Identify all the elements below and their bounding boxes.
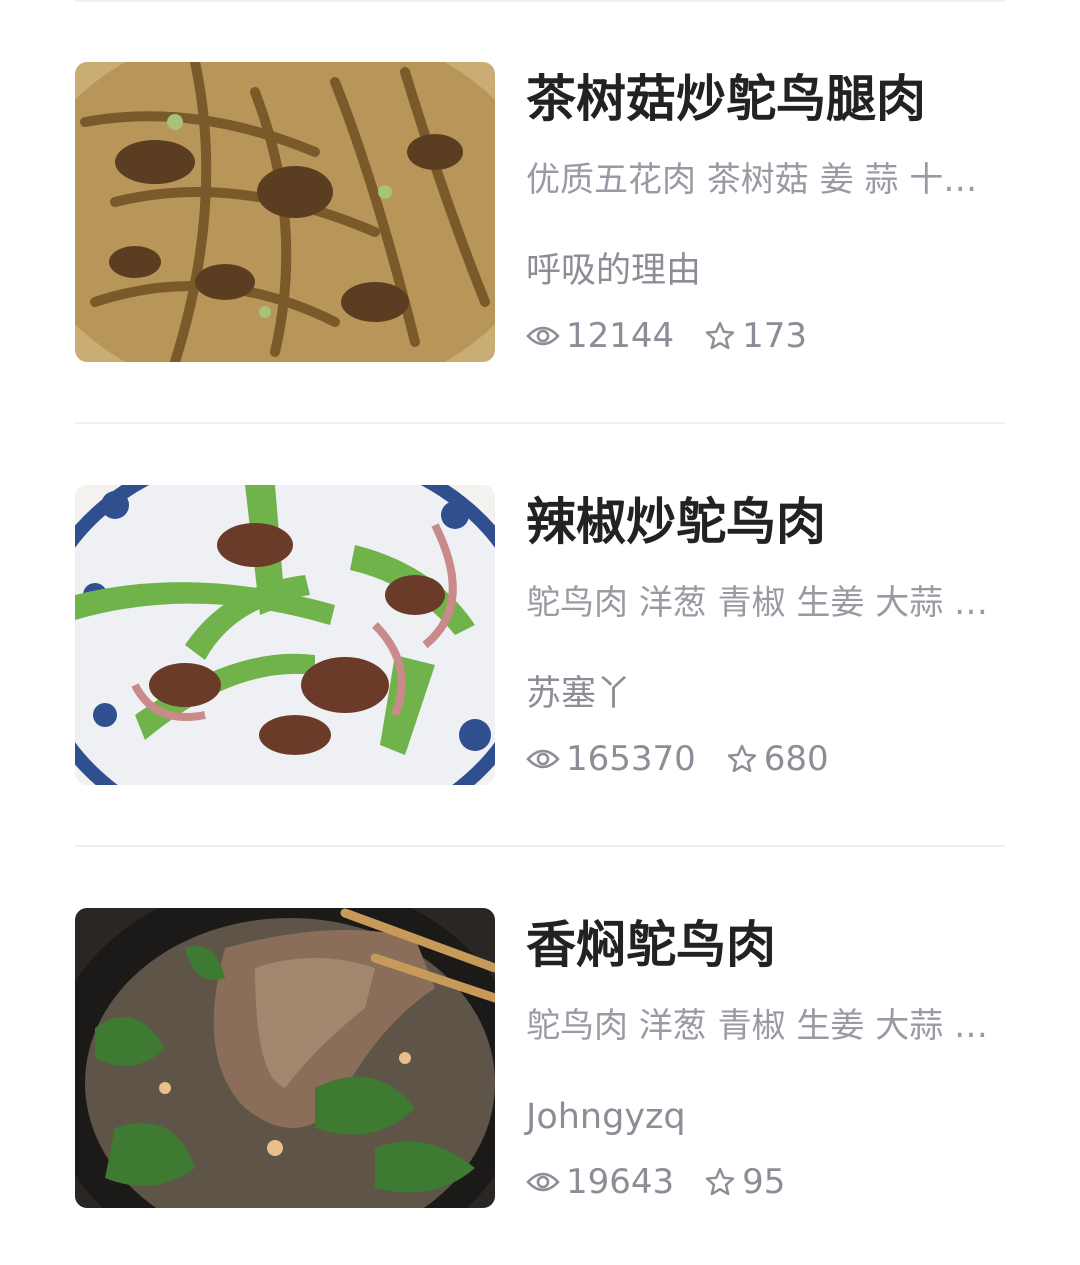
recipe-title[interactable]: 香焖鸵鸟肉 (526, 910, 1006, 980)
recipe-ingredients: 鸵鸟肉 洋葱 青椒 生姜 大蒜 生抽 老抽 (526, 1006, 998, 1046)
recipe-photo[interactable] (75, 62, 495, 362)
star-icon (705, 1167, 735, 1196)
recipe-card[interactable]: 茶树菇炒鸵鸟腿肉 优质五花肉 茶树菇 姜 蒜 十三香 生抽 老抽 蚝油 呼吸的理… (75, 62, 1005, 362)
recipe-photo[interactable] (75, 485, 495, 785)
recipe-stats: 165370 680 (526, 737, 859, 781)
recipe-ingredients: 优质五花肉 茶树菇 姜 蒜 十三香 生抽 老抽 蚝油 (526, 160, 998, 200)
recipe-photo[interactable] (75, 908, 495, 1208)
eye-icon (526, 326, 560, 346)
recipe-ingredients: 鸵鸟肉 洋葱 青椒 生姜 大蒜 生抽 老抽 (526, 583, 998, 623)
recipe-card[interactable]: 辣椒炒鸵鸟肉 鸵鸟肉 洋葱 青椒 生姜 大蒜 生抽 老抽 苏塞丫 165370 … (75, 485, 1005, 785)
favorites-count: 680 (763, 739, 829, 779)
divider (75, 0, 1005, 2)
recipe-author[interactable]: 呼吸的理由 (526, 246, 996, 296)
eye-icon (526, 1172, 560, 1192)
recipe-title[interactable]: 茶树菇炒鸵鸟腿肉 (526, 64, 1006, 134)
views-count: 165370 (566, 739, 696, 779)
recipe-author[interactable]: Johngyzq (526, 1092, 996, 1142)
star-icon (727, 744, 756, 773)
favorites-stat[interactable]: 95 (704, 1162, 785, 1202)
views-count: 12144 (566, 316, 675, 356)
favorites-stat[interactable]: 173 (704, 316, 807, 356)
recipe-title[interactable]: 辣椒炒鸵鸟肉 (526, 487, 1006, 557)
recipe-author[interactable]: 苏塞丫 (526, 669, 996, 719)
recipe-stats: 12144 173 (526, 314, 837, 358)
eye-icon (526, 749, 560, 769)
views-count: 19643 (566, 1162, 675, 1202)
green-pepper-ostrich-photo (75, 485, 495, 785)
divider (75, 845, 1005, 847)
views-stat: 19643 (526, 1162, 674, 1202)
recipe-stats: 19643 95 (526, 1160, 815, 1204)
braised-ostrich-photo (75, 62, 495, 362)
star-icon (705, 321, 735, 350)
stewed-ostrich-photo (75, 908, 495, 1208)
views-stat: 12144 (526, 316, 674, 356)
favorites-count: 173 (742, 316, 808, 356)
recipe-card[interactable]: 香焖鸵鸟肉 鸵鸟肉 洋葱 青椒 生姜 大蒜 生抽 老抽 Johngyzq 196… (75, 908, 1005, 1208)
favorites-count: 95 (742, 1162, 786, 1202)
divider (75, 422, 1005, 424)
views-stat: 165370 (526, 739, 696, 779)
favorites-stat[interactable]: 680 (726, 739, 829, 779)
